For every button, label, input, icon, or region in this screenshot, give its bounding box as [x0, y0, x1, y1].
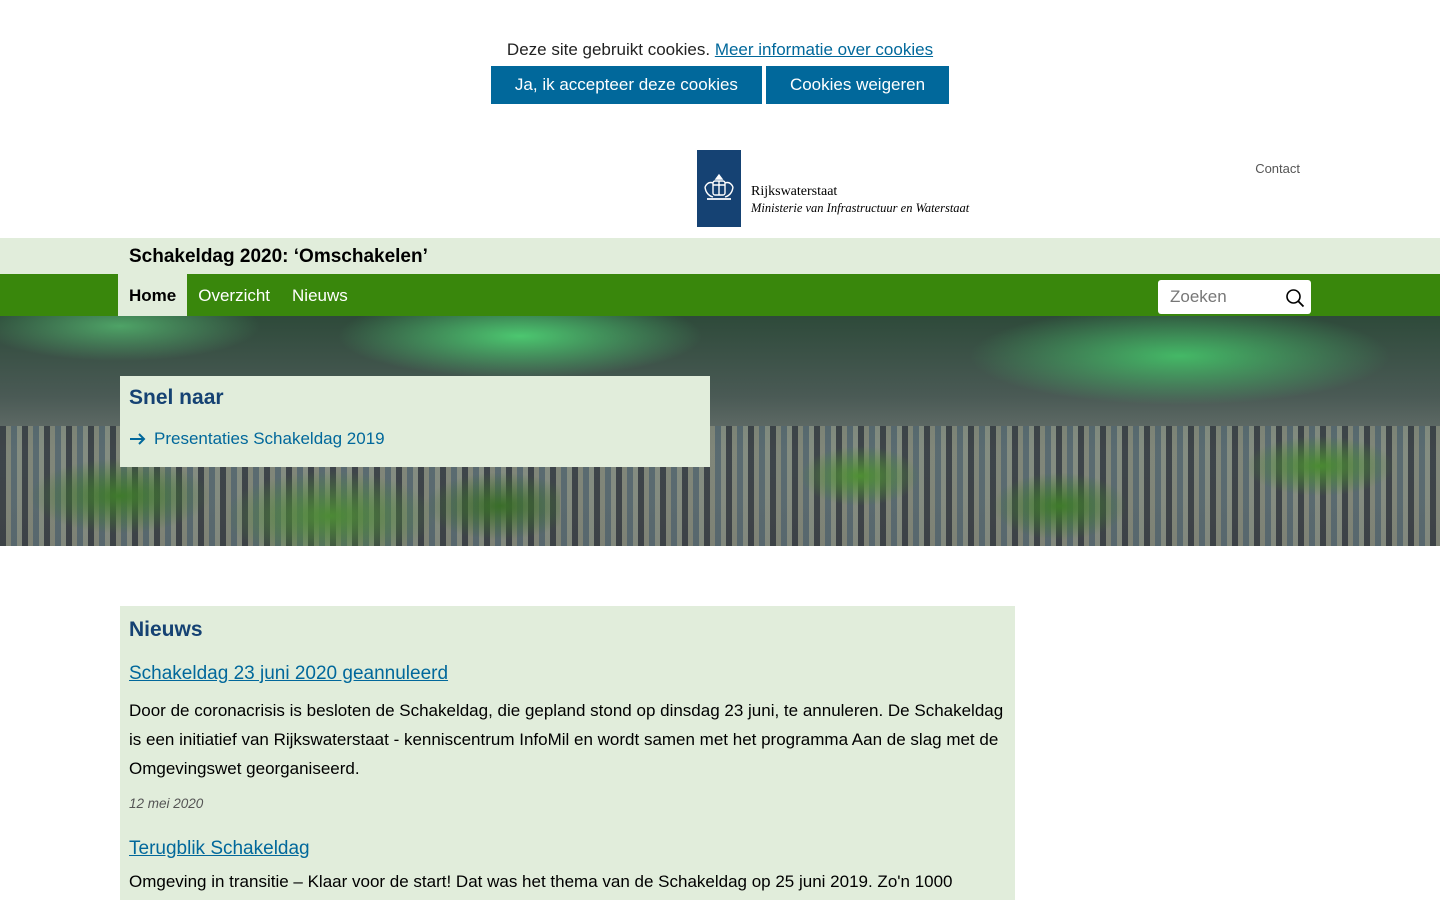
arrow-right-icon — [130, 433, 146, 445]
cookie-message-line: Deze site gebruikt cookies. Meer informa… — [0, 38, 1440, 62]
decline-cookies-button[interactable]: Cookies weigeren — [765, 66, 950, 104]
nav-item-home[interactable]: Home — [118, 274, 188, 316]
coat-of-arms-icon — [697, 150, 741, 227]
quick-link-presentaties[interactable]: Presentaties Schakeldag 2019 — [129, 429, 701, 449]
quick-links-panel: Snel naar Presentaties Schakeldag 2019 — [120, 376, 710, 467]
search-input[interactable] — [1158, 280, 1276, 314]
logo-ministry: Ministerie van Infrastructuur en Waterst… — [751, 201, 970, 215]
cookie-more-info-link[interactable]: Meer informatie over cookies — [715, 40, 933, 59]
cookie-banner: Deze site gebruikt cookies. Meer informa… — [0, 38, 1440, 104]
search-icon[interactable] — [1285, 288, 1305, 308]
logo-organisation: Rijkswaterstaat — [751, 184, 838, 199]
nav-items: Home Overzicht Nieuws — [118, 274, 359, 316]
quick-link-label: Presentaties Schakeldag 2019 — [154, 429, 385, 448]
news-item-title[interactable]: Terugblik Schakeldag — [129, 837, 1006, 861]
site-title[interactable]: Schakeldag 2020: ‘Omschakelen’ — [129, 246, 428, 268]
nav-item-overzicht[interactable]: Overzicht — [187, 274, 281, 316]
nav-item-nieuws[interactable]: Nieuws — [281, 274, 359, 316]
news-heading: Nieuws — [129, 618, 203, 641]
news-section: Nieuws Schakeldag 23 juni 2020 geannulee… — [120, 606, 1015, 900]
cookie-message: Deze site gebruikt cookies. — [506, 40, 711, 59]
news-item-body: Door de coronacrisis is besloten de Scha… — [129, 701, 1004, 778]
search-box — [1158, 280, 1311, 314]
rijkswaterstaat-logo[interactable]: Rijkswaterstaat Ministerie van Infrastru… — [697, 150, 969, 227]
news-item-body: Omgeving in transitie – Klaar voor de st… — [129, 872, 953, 891]
main-navigation: Home Overzicht Nieuws — [0, 274, 1440, 316]
cookie-buttons: Ja, ik accepteer deze cookies Cookies we… — [0, 66, 1440, 104]
site-title-band: Schakeldag 2020: ‘Omschakelen’ — [0, 238, 1440, 274]
news-item-title[interactable]: Schakeldag 23 juni 2020 geannuleerd — [129, 662, 1006, 686]
site-header: Rijkswaterstaat Ministerie van Infrastru… — [0, 150, 1440, 238]
logo-text: Rijkswaterstaat Ministerie van Infrastru… — [751, 184, 969, 216]
contact-link[interactable]: Contact — [1255, 161, 1300, 176]
news-item-date: 12 mei 2020 — [129, 796, 204, 811]
accept-cookies-button[interactable]: Ja, ik accepteer deze cookies — [490, 66, 762, 104]
quick-links-title: Snel naar — [129, 386, 224, 409]
hero-plants-right — [760, 436, 1440, 546]
